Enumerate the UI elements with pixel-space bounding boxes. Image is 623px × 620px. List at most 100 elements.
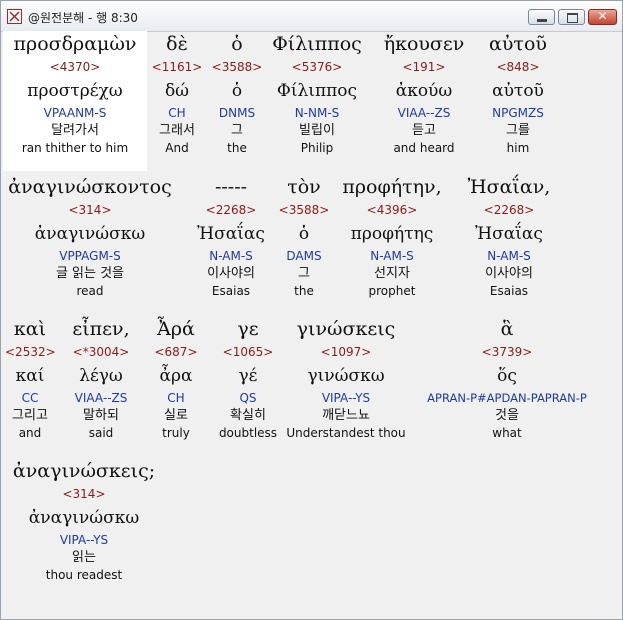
lemma: Ἠσαΐας [197, 224, 265, 244]
close-icon: ✕ [597, 9, 608, 23]
window-title: @원전분해 - 행 8:30 [28, 11, 138, 25]
maximize-icon [567, 13, 578, 23]
lemma: ἀναγινώσκω [34, 224, 146, 244]
strong-number[interactable]: <3588> [277, 200, 331, 220]
strong-number[interactable]: <314> [5, 484, 163, 504]
parsing-code: DAMS [286, 249, 322, 263]
english-gloss: the [227, 141, 247, 155]
lemma: ἀναγινώσκω [28, 508, 140, 528]
word-block[interactable]: γινώσκεις <1097> γινώσκω VIPA--YS 깨닫느뇨 U… [285, 316, 407, 441]
word-block[interactable]: ----- <2268> Ἠσαΐας N-AM-S 이사야의 Esaias [187, 174, 275, 299]
word-block[interactable]: Φίλιππος <5376> Φίλιππος N-NM-S 빌립이 Phil… [267, 31, 367, 156]
strong-number[interactable]: <2268> [187, 200, 275, 220]
parsing-code: VIPA--YS [59, 533, 109, 547]
korean-gloss: 확실히 [230, 408, 266, 423]
lemma: προφήτης [350, 224, 434, 244]
title-bar[interactable]: @원전분해 - 행 8:30 ✕ [1, 1, 622, 32]
greek-word: τὸν [287, 176, 321, 198]
strong-number[interactable]: <687> [148, 342, 204, 362]
word-block[interactable]: ἀναγινώσκεις; <314> ἀναγινώσκω VIPA--YS … [5, 458, 163, 583]
english-gloss: prophet [368, 284, 416, 298]
maximize-button[interactable] [558, 9, 585, 25]
parsing-code: N-AM-S [209, 249, 253, 263]
greek-word: ἃ [500, 318, 514, 340]
lemma: καί [15, 366, 45, 386]
strong-number[interactable]: <848> [482, 57, 554, 77]
strong-number[interactable]: <1097> [285, 342, 407, 362]
strong-number[interactable]: <4370> [3, 57, 147, 77]
word-block[interactable]: ἤκουσεν <191> ἀκούω VIAA--ZS 듣고 and hear… [374, 31, 474, 156]
greek-word: γε [237, 318, 259, 340]
word-block[interactable]: ἀναγινώσκοντος <314> ἀναγινώσκω VPPAGM-S… [5, 174, 175, 299]
parsing-code: QS [239, 391, 257, 405]
greek-word: ἀναγινώσκοντος [8, 176, 172, 198]
parsing-code: N-NM-S [294, 106, 340, 120]
lemma: γινώσκω [307, 366, 385, 386]
korean-gloss: 실로 [164, 408, 188, 423]
lemma: Φίλιππος [276, 81, 358, 101]
parsing-code: N-AM-S [487, 249, 531, 263]
korean-gloss: 그를 [506, 123, 530, 138]
parsing-code: NPGMZS [492, 106, 544, 120]
greek-word: προσδραμὼν [13, 33, 137, 55]
greek-word: δὲ [166, 33, 188, 55]
parsing-code: N-AM-S [370, 249, 414, 263]
english-gloss: what [492, 426, 522, 440]
strong-number[interactable]: <314> [5, 200, 175, 220]
lemma: ὅς [497, 366, 517, 386]
greek-word: ἀναγινώσκεις; [12, 460, 156, 482]
greek-word: ἤκουσεν [383, 33, 465, 55]
english-gloss: said [88, 426, 114, 440]
minimize-button[interactable] [528, 9, 555, 25]
parsing-code: APRAN-P#APDAN-PAPRAN-P [427, 391, 587, 405]
korean-gloss: 이사야의 [207, 266, 255, 281]
strong-number[interactable]: <3739> [412, 342, 602, 362]
greek-word: γινώσκεις [296, 318, 396, 340]
word-block[interactable]: ἃ <3739> ὅς APRAN-P#APDAN-PAPRAN-P 것을 wh… [412, 316, 602, 441]
word-block[interactable]: εἶπεν, <*3004> λέγω VIAA--ZS 말하되 said [62, 316, 140, 441]
lemma: Ἠσαΐας [475, 224, 543, 244]
word-block[interactable]: τὸν <3588> ὁ DAMS 그 the [277, 174, 331, 299]
lemma: λέγω [79, 366, 123, 386]
word-block[interactable]: καὶ <2532> καί CC 그리고 and [5, 316, 56, 441]
english-gloss: read [76, 284, 104, 298]
english-gloss: thou readest [45, 568, 123, 582]
lemma: ὁ [231, 81, 243, 101]
strong-number[interactable]: <2268> [454, 200, 564, 220]
strong-number[interactable]: <1065> [215, 342, 281, 362]
english-gloss: Philip [300, 141, 334, 155]
word-block[interactable]: δὲ <1161> δώ CH 그래서 And [147, 31, 207, 156]
word-block[interactable]: προφήτην, <4396> προφήτης N-AM-S 선지자 pro… [337, 174, 447, 299]
word-block[interactable]: Ἠσαΐαν, <2268> Ἠσαΐας N-AM-S 이사야의 Esaias [454, 174, 564, 299]
english-gloss: and [18, 426, 42, 440]
korean-gloss: 읽는 [72, 550, 96, 565]
strong-number[interactable]: <3588> [207, 57, 267, 77]
word-block[interactable]: ὁ <3588> ὁ DNMS 그 the [207, 31, 267, 156]
strong-number[interactable]: <1161> [147, 57, 207, 77]
strong-number[interactable]: <191> [374, 57, 474, 77]
korean-gloss: 듣고 [412, 123, 436, 138]
word-block[interactable]: Ἆρά <687> ἆρα CH 실로 truly [148, 316, 204, 441]
english-gloss: Understandest thou [286, 426, 406, 440]
close-button[interactable]: ✕ [588, 9, 617, 25]
english-gloss: doubtless [218, 426, 278, 440]
parsing-code: DNMS [218, 106, 256, 120]
word-block[interactable]: αὐτοῦ <848> αὐτοῦ NPGMZS 그를 him [482, 31, 554, 156]
lemma: γέ [238, 366, 258, 386]
lemma: ἀκούω [395, 81, 453, 101]
greek-word: εἶπεν, [72, 318, 130, 340]
strong-number[interactable]: <2532> [5, 342, 56, 362]
korean-gloss: 말하되 [83, 408, 119, 423]
word-block[interactable]: προσδραμὼν <4370> προστρέχω VPAANM-S 달려가… [3, 31, 147, 156]
parsing-code: CH [168, 106, 186, 120]
lemma: αὐτοῦ [492, 81, 544, 101]
english-gloss: And [165, 141, 189, 155]
word-block[interactable]: γε <1065> γέ QS 확실히 doubtless [215, 316, 281, 441]
korean-gloss: 달려가서 [51, 123, 99, 138]
parsing-code: CH [167, 391, 185, 405]
korean-gloss: 그 [298, 266, 310, 281]
strong-number[interactable]: <5376> [267, 57, 367, 77]
lemma: δώ [164, 81, 190, 101]
strong-number[interactable]: <*3004> [62, 342, 140, 362]
strong-number[interactable]: <4396> [337, 200, 447, 220]
